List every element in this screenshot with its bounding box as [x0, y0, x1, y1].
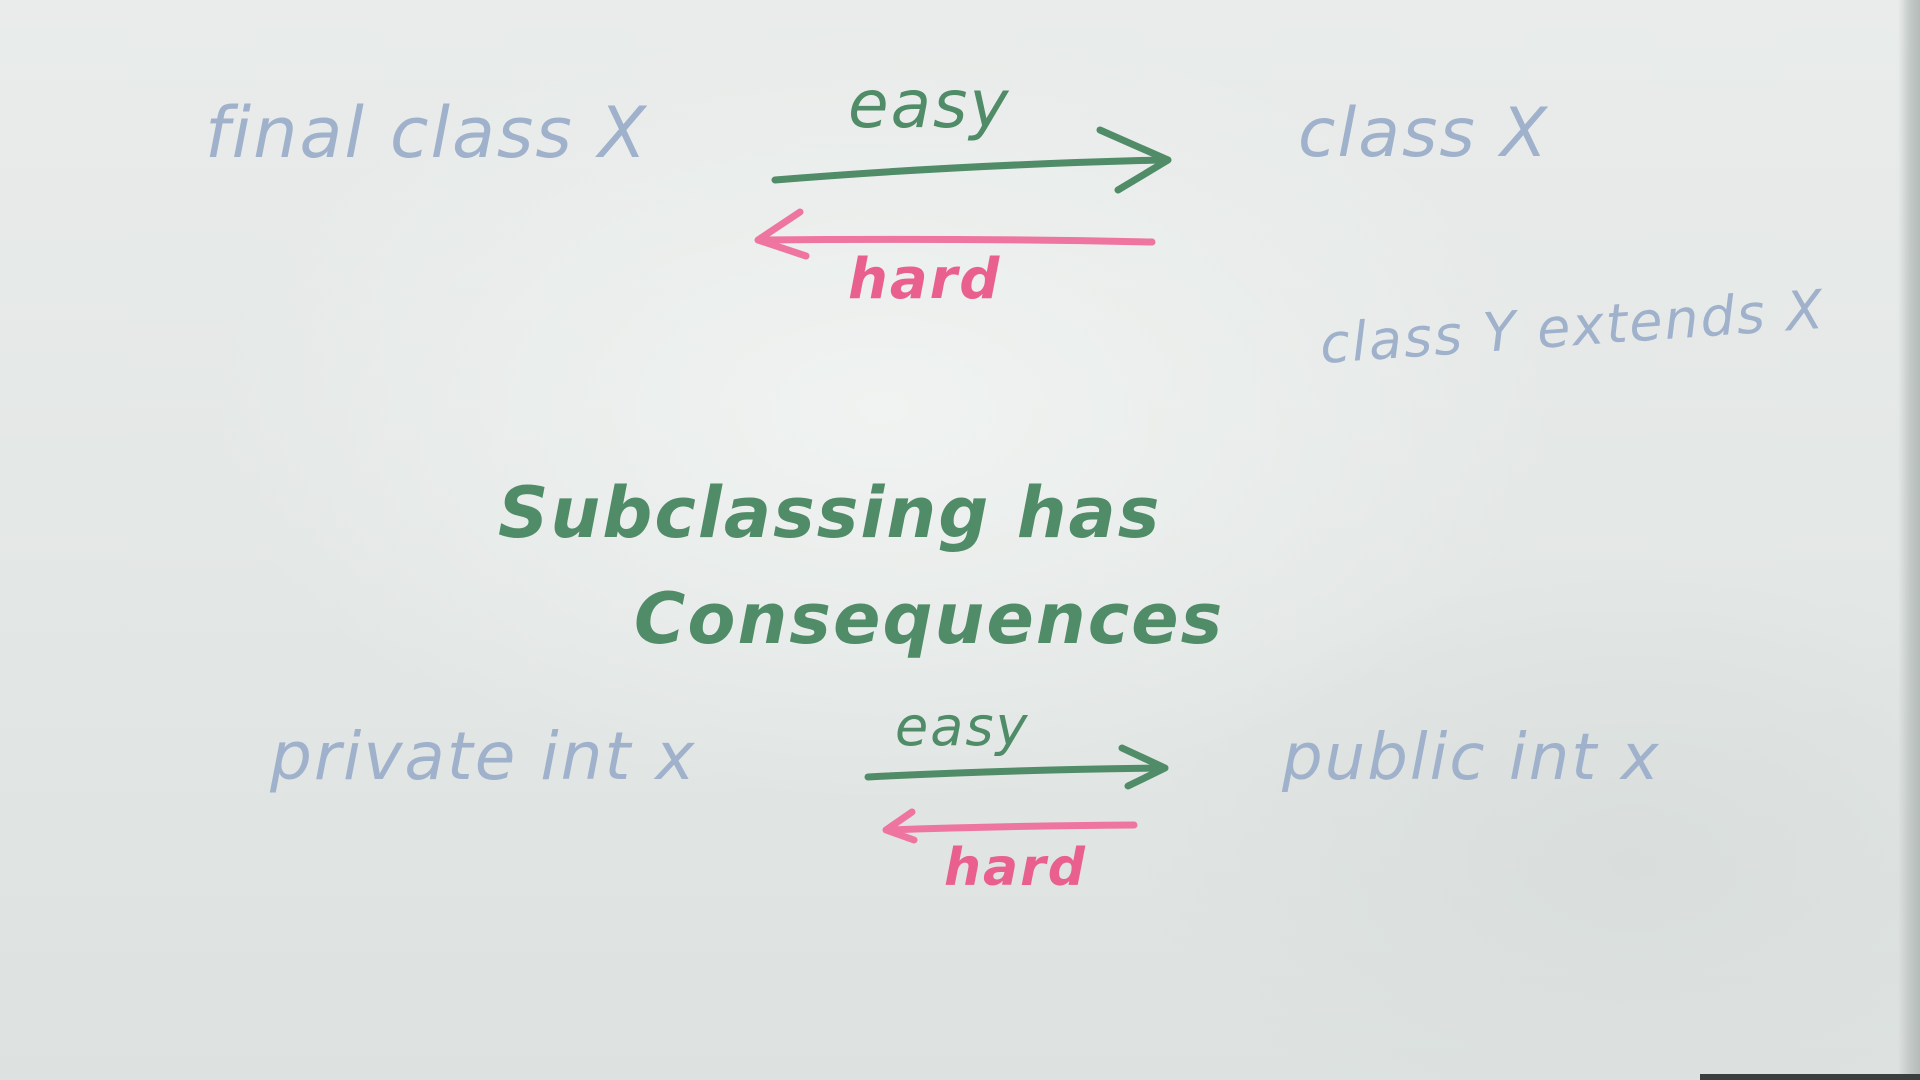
top-easy-label: easy [848, 66, 1011, 143]
board-frame-right [1898, 0, 1920, 1080]
top-hard-arrowhead [754, 208, 810, 260]
bottom-easy-label: easy [895, 695, 1030, 758]
board-frame-bottom [1700, 1074, 1920, 1080]
bottom-hard-arrowhead [882, 808, 918, 844]
whiteboard: final class X easy class X hard class Y … [0, 0, 1920, 1080]
class-x-text: class X [1298, 94, 1550, 173]
top-easy-arrowhead [1096, 126, 1172, 194]
bottom-hard-label: hard [944, 838, 1087, 898]
consequences-text: Consequences [634, 578, 1225, 660]
top-hard-arrow-shaft [758, 235, 1156, 246]
top-easy-arrow-shaft [771, 156, 1164, 184]
private-int-x-text: private int x [270, 718, 697, 795]
top-hard-label: hard [848, 247, 1002, 312]
bottom-easy-arrowhead [1118, 744, 1169, 790]
bottom-hard-arrow-shaft [884, 821, 1138, 834]
bottom-easy-arrow-shaft [864, 764, 1166, 781]
final-class-x-text: final class X [205, 92, 649, 174]
public-int-x-text: public int x [1282, 721, 1661, 795]
bottom-hard-arrow [882, 808, 1138, 844]
subclassing-has-text: Subclassing has [498, 472, 1162, 554]
class-y-extends-x-text: class Y extends X [1317, 277, 1827, 376]
